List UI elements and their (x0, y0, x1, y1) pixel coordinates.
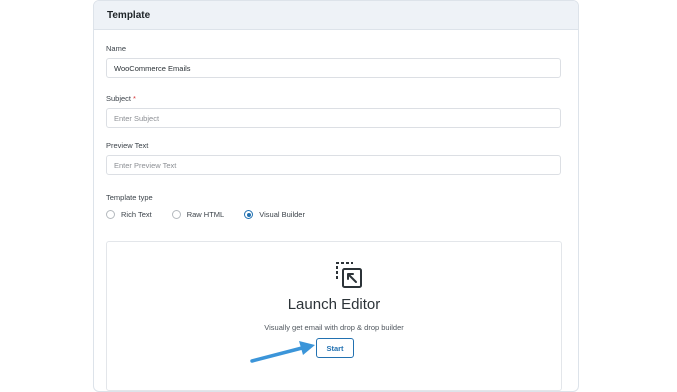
launch-editor-card: Launch Editor Visually get email with dr… (106, 241, 562, 391)
radio-rich-text-label: Rich Text (121, 210, 152, 219)
template-type-label: Template type (106, 193, 153, 202)
launch-editor-icon (336, 262, 362, 288)
subject-label: Subject * (106, 94, 136, 103)
preview-text-input[interactable]: Enter Preview Text (106, 155, 561, 175)
launch-editor-description: Visually get email with drop & drop buil… (264, 323, 404, 332)
subject-label-text: Subject (106, 94, 132, 103)
radio-raw-html[interactable]: Raw HTML (171, 210, 225, 219)
template-panel: Template Name WooCommerce Emails Subject… (93, 0, 579, 392)
name-input[interactable]: WooCommerce Emails (106, 58, 561, 78)
radio-raw-html-label: Raw HTML (186, 210, 225, 219)
radio-visual-builder-circle[interactable] (244, 210, 254, 219)
radio-raw-html-circle[interactable] (171, 210, 181, 219)
subject-input[interactable]: Enter Subject (106, 108, 561, 128)
radio-rich-text[interactable]: Rich Text (106, 210, 152, 219)
template-type-radio-group: Rich Text Raw HTML Visual Builder (106, 210, 325, 219)
panel-title: Template (94, 1, 578, 30)
radio-rich-text-circle[interactable] (106, 210, 115, 219)
preview-text-label: Preview Text (106, 141, 149, 150)
launch-editor-title: Launch Editor (287, 296, 381, 313)
radio-visual-builder[interactable]: Visual Builder (244, 210, 305, 219)
start-button[interactable]: Start (316, 338, 354, 358)
required-mark: * (133, 94, 136, 103)
annotation-arrow-icon (250, 341, 315, 363)
name-label: Name (106, 44, 127, 53)
radio-visual-builder-label: Visual Builder (259, 210, 305, 219)
